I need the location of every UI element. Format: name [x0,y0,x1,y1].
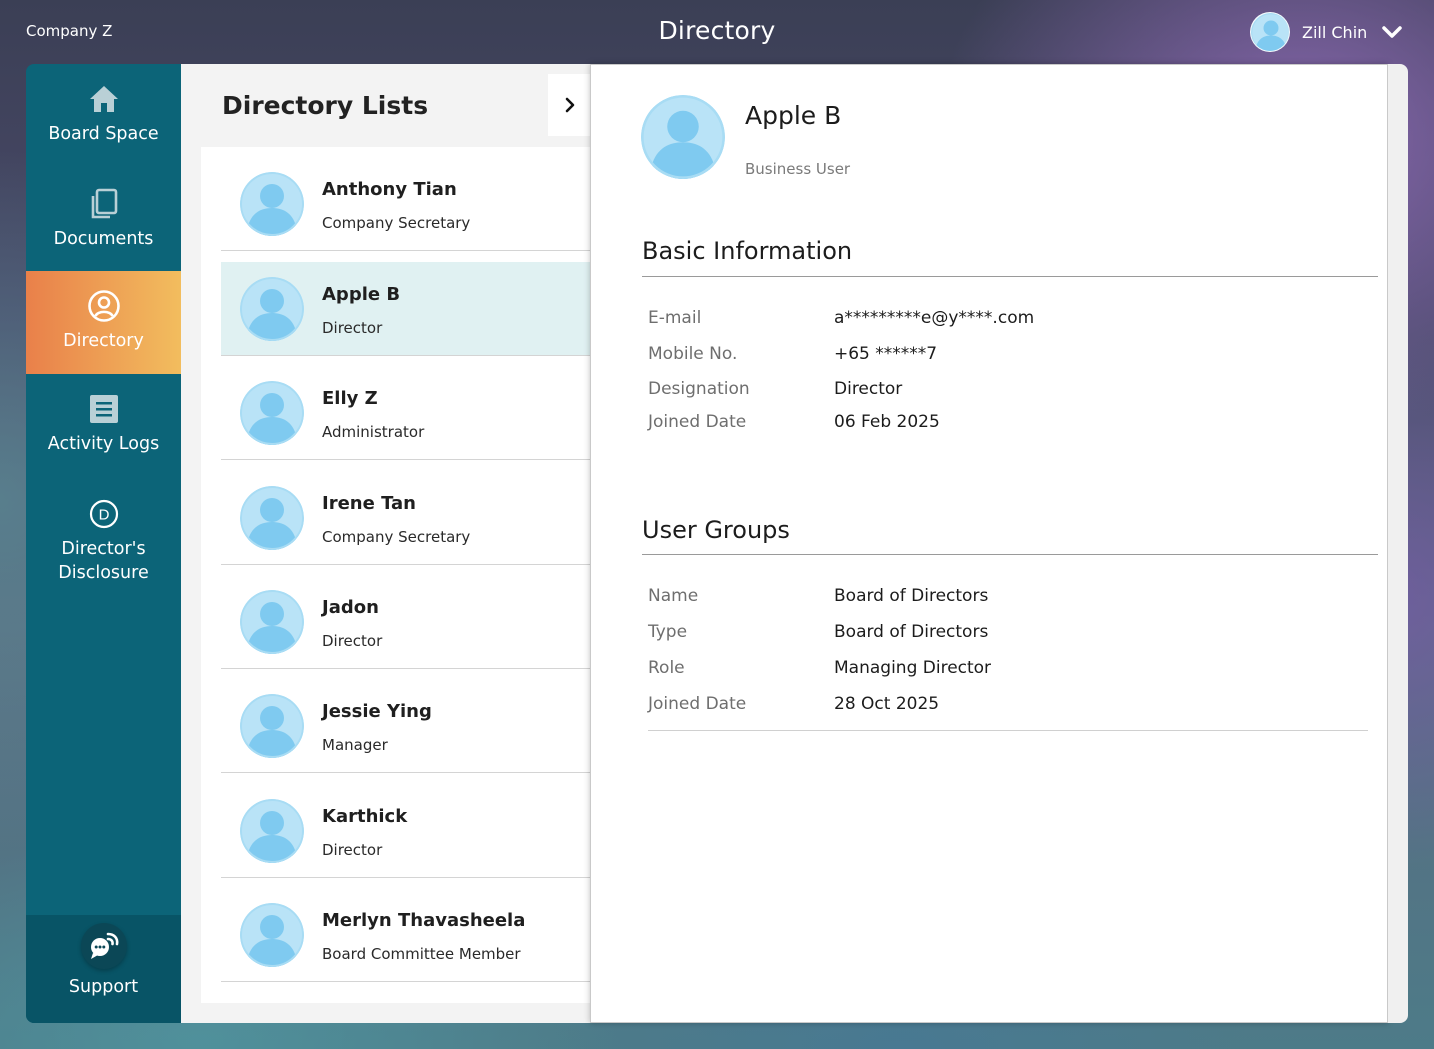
divider [648,730,1368,731]
profile-user-type: Business User [745,160,851,178]
sidebar-item-directory[interactable]: Directory [26,271,181,374]
divider [642,276,1378,277]
chat-icon [80,923,127,969]
list-item[interactable]: Merlyn Thavasheela Board Committee Membe… [221,888,591,982]
person-name: Apple B [322,284,401,305]
list-item[interactable]: Jadon Director [221,575,591,669]
sidebar-item-documents[interactable]: Documents [26,169,181,271]
field-label: Mobile No. [648,344,738,364]
person-role: Manager [322,736,388,754]
person-role: Director [322,841,383,859]
field-label: Joined Date [648,694,747,714]
person-name: Karthick [322,806,408,827]
avatar [240,381,304,445]
mobile-value: +65 ******7 [834,344,938,364]
avatar [240,172,304,236]
person-name: Irene Tan [322,493,416,514]
field-label: Role [648,658,685,678]
avatar [240,590,304,654]
person-name: Merlyn Thavasheela [322,910,526,931]
support-button[interactable]: Support [26,915,181,1023]
expand-button[interactable] [548,74,591,136]
page-title: Directory [658,16,776,45]
person-role: Director [322,319,383,337]
avatar [240,486,304,550]
field-label: Joined Date [648,412,747,432]
joined-date-value: 06 Feb 2025 [834,412,940,432]
documents-icon [87,187,121,221]
list-item[interactable]: Anthony Tian Company Secretary [221,157,591,251]
profile-name: Apple B [745,101,842,130]
field-label: Name [648,586,699,606]
sidebar-item-label: Directory [63,331,144,351]
list-item[interactable]: Karthick Director [221,784,591,878]
section-title-basic-information: Basic Information [642,237,853,265]
list-item[interactable]: Irene Tan Company Secretary [221,471,591,565]
group-role-value: Managing Director [834,658,992,678]
avatar [1250,12,1290,52]
field-label: E-mail [648,308,702,328]
list-icon [87,392,121,426]
sidebar-item-label: Documents [53,229,154,249]
person-role: Company Secretary [322,528,471,546]
app-header: Company Z Directory Zill Chin [0,0,1434,64]
sidebar-item-label: Board Space [48,124,159,144]
person-role: Company Secretary [322,214,471,232]
sidebar-item-directors-disclosure[interactable]: D Director's Disclosure [26,479,181,599]
person-role: Director [322,632,383,650]
section-title-user-groups: User Groups [642,516,790,544]
sidebar-item-board-space[interactable]: Board Space [26,64,181,169]
user-name: Zill Chin [1302,22,1368,42]
person-name: Jadon [322,597,379,618]
avatar [240,903,304,967]
field-label: Type [648,622,688,642]
person-name: Elly Z [322,388,378,409]
list-item[interactable]: Jessie Ying Manager [221,679,591,773]
svg-text:D: D [98,507,109,524]
field-label: Designation [648,379,750,399]
chevron-down-icon[interactable] [1381,21,1403,43]
person-role: Administrator [322,423,425,441]
group-joined-date-value: 28 Oct 2025 [834,694,940,714]
list-item[interactable]: Elly Z Administrator [221,366,591,460]
list-item[interactable]: Apple B Director [221,262,591,356]
chevron-right-icon [565,97,574,113]
directory-list-panel: Directory Lists Anthony Tian Company Sec… [181,64,591,1023]
group-type-value: Board of Directors [834,622,989,642]
avatar [240,277,304,341]
group-name-value: Board of Directors [834,586,989,606]
divider [642,554,1378,555]
d-circle-icon: D [87,497,121,531]
person-role: Board Committee Member [322,945,521,963]
profile-detail-panel: Apple B Business User Basic Information … [590,64,1388,1023]
sidebar-item-label: Activity Logs [47,434,160,454]
person-name: Anthony Tian [322,179,457,200]
list-title: Directory Lists [222,91,429,120]
sidebar-item-activity-logs[interactable]: Activity Logs [26,374,181,479]
designation-value: Director [834,379,903,399]
avatar [240,799,304,863]
avatar [641,95,725,179]
sidebar: Board Space Documents Directory Activity… [26,64,181,1023]
user-circle-icon [87,289,121,323]
panel-edge [1388,64,1408,1023]
home-icon [87,82,121,116]
sidebar-item-label: Director's Disclosure [58,539,149,583]
support-label: Support [68,977,139,997]
directory-list: Anthony Tian Company Secretary Apple B D… [201,147,591,1003]
person-name: Jessie Ying [322,701,432,722]
user-menu[interactable]: Zill Chin [1250,11,1403,53]
email-value: a*********e@y****.com [834,308,1035,328]
avatar [240,694,304,758]
